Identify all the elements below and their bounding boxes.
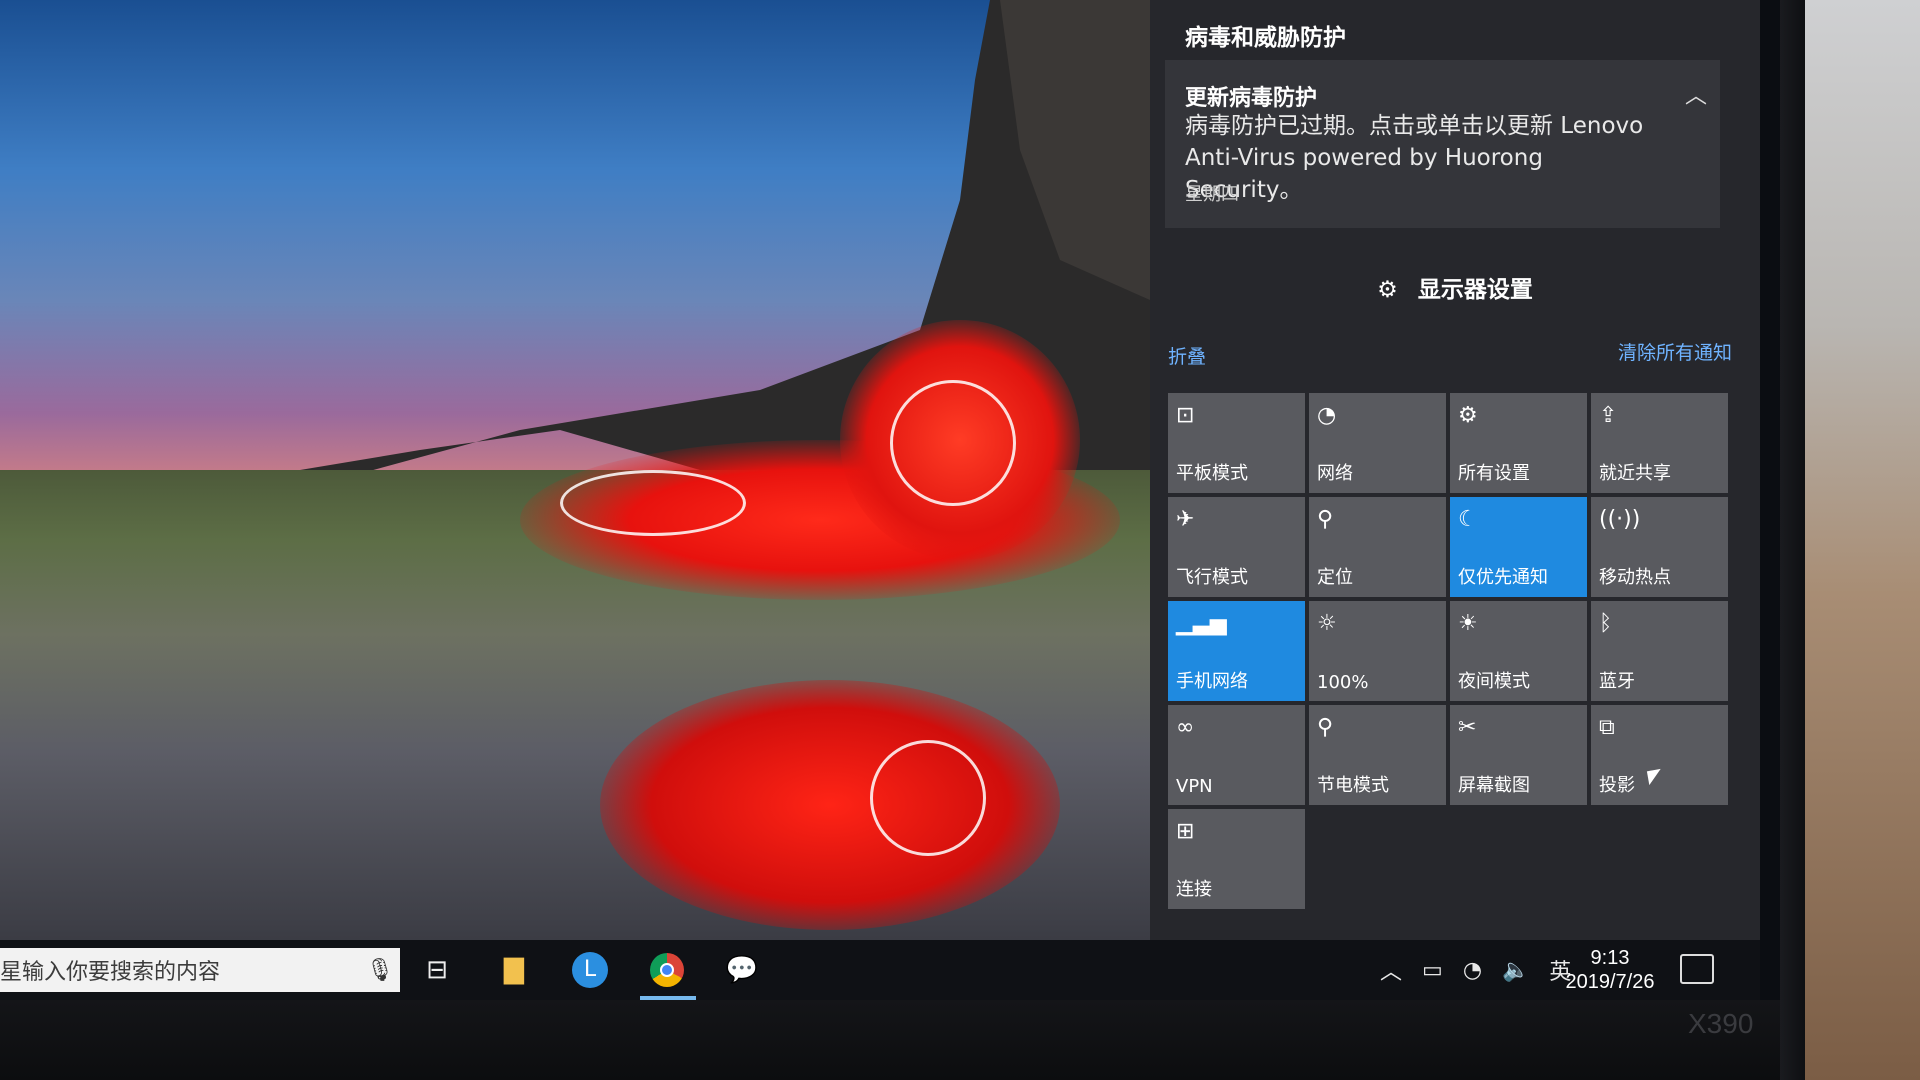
wechat-icon[interactable]: 💬	[720, 950, 764, 990]
taskbar-clock[interactable]: 9:13 2019/7/26	[1555, 946, 1665, 994]
quick-actions-grid: ⊡ 平板模式 ◔ 网络 ⚙ 所有设置 ⇪ 就近共享 ✈ 飞行模式 ⚲ 定位 ☾ 仅优先通知 ((·)) 移动热…	[1168, 393, 1728, 909]
quick-action-tile[interactable]: ☾ 仅优先通知	[1450, 497, 1587, 597]
screen-snip-icon: ✂	[1458, 715, 1477, 740]
quick-action-label: 平板模式	[1176, 463, 1248, 484]
project-icon: ⧉	[1599, 715, 1615, 740]
quick-action-label: 屏幕截图	[1458, 775, 1530, 796]
quick-action-tile[interactable]: ⚙ 所有设置	[1450, 393, 1587, 493]
night-light-icon: ☀	[1458, 611, 1478, 636]
search-input[interactable]: 星输入你要搜索的内容	[0, 954, 360, 986]
room-background	[1805, 0, 1920, 1080]
vpn-icon: ∞	[1176, 715, 1195, 740]
quick-action-label: 连接	[1176, 879, 1212, 900]
tablet-mode-icon: ⊡	[1176, 403, 1195, 428]
quick-action-label: 手机网络	[1176, 671, 1248, 692]
file-explorer-icon[interactable]: ▇	[492, 950, 536, 990]
quick-action-tile[interactable]: ✈ 飞行模式	[1168, 497, 1305, 597]
hotspot-icon: ((·))	[1599, 507, 1641, 532]
system-tray: ︿ ▭ ◔ 🔈 英	[1370, 940, 1581, 1000]
chrome-logo	[650, 953, 684, 987]
quick-action-label: 定位	[1317, 567, 1353, 588]
notification-title: 更新病毒防护	[1185, 86, 1318, 111]
quick-action-tile[interactable]: ⊡ 平板模式	[1168, 393, 1305, 493]
quick-action-label: 投影	[1599, 775, 1635, 796]
clock-time: 9:13	[1590, 947, 1630, 969]
notification-time: 星期四	[1185, 184, 1239, 205]
chrome-icon[interactable]	[645, 950, 689, 990]
quick-action-label: 仅优先通知	[1458, 567, 1548, 588]
action-center-panel: 病毒和威胁防护 更新病毒防护 病毒防护已过期。点击或单击以更新 Lenovo A…	[1150, 0, 1760, 940]
wifi-icon[interactable]: ◔	[1463, 958, 1482, 983]
clock-app-icon: L	[572, 952, 608, 988]
microphone-icon[interactable]: 🎙	[360, 958, 400, 983]
battery-icon[interactable]: ▭	[1422, 958, 1443, 983]
brightness-icon: ☼	[1317, 611, 1337, 636]
wifi-icon: ◔	[1317, 403, 1337, 428]
quick-action-tile[interactable]: ☼ 100%	[1309, 601, 1446, 701]
quick-action-label: 就近共享	[1599, 463, 1671, 484]
quick-action-label: 所有设置	[1458, 463, 1530, 484]
lenovo-vantage-icon[interactable]: L	[568, 950, 612, 990]
quick-action-tile[interactable]: ⚲ 定位	[1309, 497, 1446, 597]
quick-action-label: 100%	[1317, 672, 1369, 693]
quick-action-tile[interactable]: ▁▃▅ 手机网络	[1168, 601, 1305, 701]
quick-action-label: 网络	[1317, 463, 1353, 484]
location-icon: ⚲	[1317, 507, 1334, 532]
quick-action-label: VPN	[1176, 776, 1213, 797]
light-ring	[890, 380, 1016, 506]
display-settings-link[interactable]: ⚙ 显示器设置	[1150, 270, 1760, 304]
light-ring	[870, 740, 986, 856]
quick-action-tile[interactable]: ⚲ 节电模式	[1309, 705, 1446, 805]
task-view-icon[interactable]: ⊟	[415, 950, 459, 990]
quick-action-label: 蓝牙	[1599, 671, 1635, 692]
collapse-link[interactable]: 折叠	[1168, 342, 1206, 369]
bluetooth-icon: ᛒ	[1599, 611, 1613, 636]
gear-icon: ⚙	[1377, 277, 1398, 303]
chevron-up-icon[interactable]: ︿	[1685, 78, 1707, 110]
quick-action-label: 移动热点	[1599, 567, 1671, 588]
laptop-bezel-right	[1780, 0, 1805, 1080]
desktop-screen: 病毒和威胁防护 更新病毒防护 病毒防护已过期。点击或单击以更新 Lenovo A…	[0, 0, 1920, 1080]
gear-icon: ⚙	[1458, 403, 1478, 428]
moon-icon: ☾	[1458, 507, 1478, 532]
cellular-icon: ▁▃▅	[1176, 611, 1227, 636]
quick-action-tile[interactable]: ⇪ 就近共享	[1591, 393, 1728, 493]
quick-action-tile[interactable]: ∞ VPN	[1168, 705, 1305, 805]
airplane-icon: ✈	[1176, 507, 1195, 532]
quick-action-tile[interactable]: ⧉ 投影	[1591, 705, 1728, 805]
light-ring	[560, 470, 746, 536]
notification-body: 病毒防护已过期。点击或单击以更新 Lenovo Anti-Virus power…	[1185, 113, 1644, 203]
clock-date: 2019/7/26	[1565, 971, 1655, 993]
quick-action-label: 节电模式	[1317, 775, 1389, 796]
battery-saver-icon: ⚲	[1317, 715, 1334, 740]
laptop-model-label: X390	[1688, 1008, 1754, 1039]
quick-action-tile[interactable]: ◔ 网络	[1309, 393, 1446, 493]
laptop-bezel-bottom	[0, 1000, 1800, 1080]
chevron-up-icon[interactable]: ︿	[1380, 954, 1402, 986]
quick-action-label: 飞行模式	[1176, 567, 1248, 588]
connect-icon: ⊞	[1176, 819, 1195, 844]
desktop-wallpaper	[0, 0, 1150, 940]
quick-action-tile[interactable]: ⊞ 连接	[1168, 809, 1305, 909]
notification-group-title: 病毒和威胁防护	[1185, 25, 1346, 51]
quick-action-tile[interactable]: ☀ 夜间模式	[1450, 601, 1587, 701]
red-light-reflection	[600, 680, 1060, 930]
taskbar: 星输入你要搜索的内容 🎙 ⊟ ▇ L 💬 ︿ ▭ ◔ 🔈 英 9:13 2019…	[0, 940, 1760, 1000]
quick-action-tile[interactable]: ᛒ 蓝牙	[1591, 601, 1728, 701]
action-center-button[interactable]	[1680, 954, 1714, 984]
display-settings-label: 显示器设置	[1417, 277, 1533, 303]
search-box[interactable]: 星输入你要搜索的内容 🎙	[0, 948, 400, 992]
clear-all-notifications-link[interactable]: 清除所有通知	[1618, 338, 1732, 365]
mouse-cursor	[1646, 768, 1664, 786]
quick-action-label: 夜间模式	[1458, 671, 1530, 692]
quick-action-tile[interactable]: ✂ 屏幕截图	[1450, 705, 1587, 805]
notification-card[interactable]: 更新病毒防护 病毒防护已过期。点击或单击以更新 Lenovo Anti-Viru…	[1165, 60, 1720, 228]
quick-action-tile[interactable]: ((·)) 移动热点	[1591, 497, 1728, 597]
volume-icon[interactable]: 🔈	[1502, 958, 1529, 983]
share-icon: ⇪	[1599, 403, 1618, 428]
